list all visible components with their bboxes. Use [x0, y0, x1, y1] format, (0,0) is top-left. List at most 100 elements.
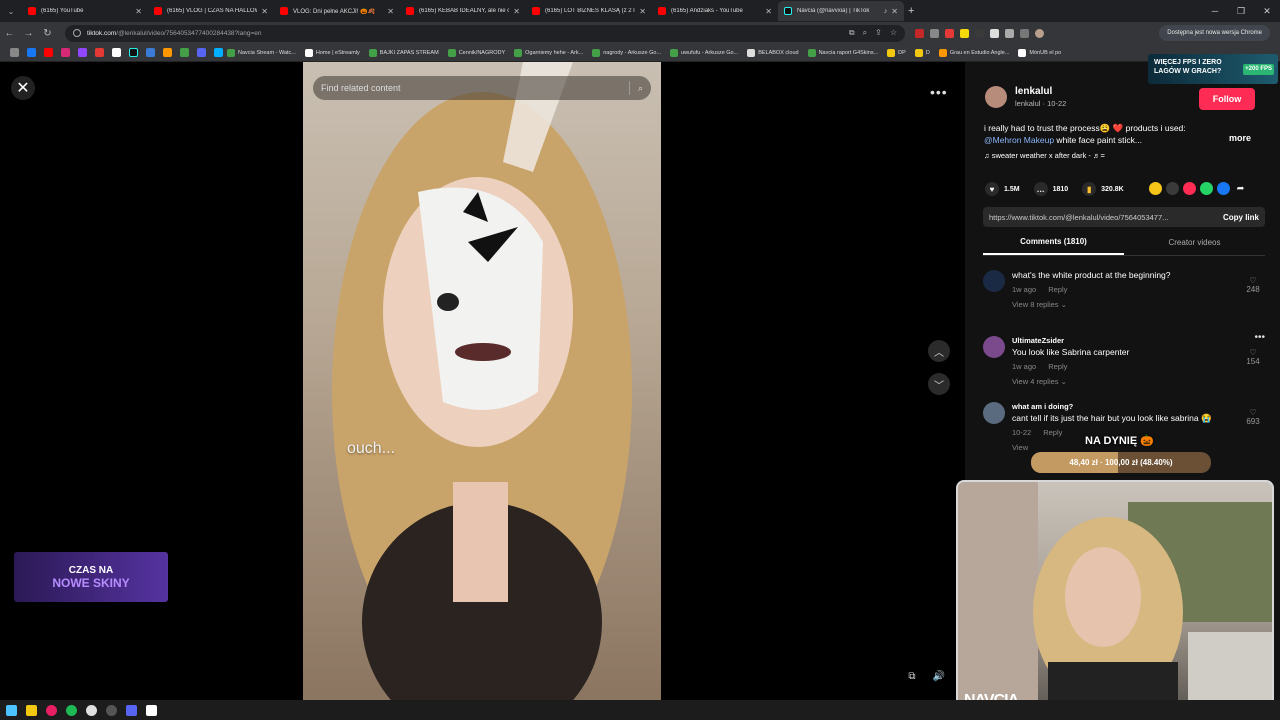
bookmark-item[interactable]: Navcia Stream - Watc... [227, 48, 296, 57]
tab-close-icon[interactable]: ✕ [639, 7, 646, 16]
discord-icon[interactable] [197, 48, 206, 57]
reply-button[interactable]: Reply [1048, 362, 1067, 371]
heart-outline-icon[interactable]: ♡ [1241, 348, 1265, 357]
bookmark-item[interactable]: Navcia raport G4Skins... [807, 48, 878, 57]
bookmark-item[interactable]: Ogarniemy hehe - Ark... [514, 48, 583, 57]
tab-search-icon[interactable]: ⌄ [0, 0, 22, 22]
browser-tab[interactable]: Navcia (@navvxia) | TikTok ♪ ✕ [778, 1, 904, 21]
facebook-share-icon[interactable] [1217, 182, 1230, 195]
comment-author[interactable]: what am i doing? [1012, 402, 1242, 411]
author-avatar[interactable] [985, 86, 1007, 108]
browser-tab[interactable]: (6165) Andziaks - YouTube ✕ [652, 1, 778, 21]
view-replies-button[interactable]: View 8 replies ⌄ [1012, 300, 1242, 309]
more-options-icon[interactable]: ••• [930, 84, 948, 100]
comment-like[interactable]: ♡ 154 [1241, 348, 1265, 366]
obs-icon[interactable] [106, 704, 117, 716]
miniplayer-icon[interactable]: ⧉ [902, 666, 922, 686]
comment-avatar[interactable] [983, 270, 1005, 292]
like-action[interactable]: ♥ 1.5M [985, 182, 1020, 196]
zoom-icon[interactable]: ⌕ [863, 28, 867, 38]
view-replies-button[interactable]: View 4 replies ⌄ [1012, 377, 1242, 386]
app-icon[interactable] [146, 704, 157, 716]
minimize-icon[interactable]: ─ [1202, 0, 1228, 22]
volume-icon[interactable]: 🔊 [929, 666, 949, 686]
youtube-icon[interactable] [44, 48, 53, 57]
comment-like[interactable]: ♡ 693 [1241, 408, 1265, 426]
tab-comments[interactable]: Comments (1810) [983, 230, 1124, 255]
opera-icon[interactable] [46, 704, 57, 716]
search-icon[interactable]: ⌕ [638, 83, 643, 94]
heart-outline-icon[interactable]: ♡ [1241, 276, 1265, 285]
browser-tab[interactable]: (6165) LOT BIZNES KLASĄ (z 2 letn ✕ [526, 1, 652, 21]
audio-icon[interactable]: ♪ [884, 8, 888, 15]
extension-icon[interactable] [960, 28, 969, 38]
bookmark-item[interactable]: Grau en Estudio Angle... [938, 48, 1009, 57]
author-username[interactable]: lenkalul [1015, 86, 1066, 97]
save-action[interactable]: ▮ 320.8K [1082, 182, 1124, 196]
file-explorer-icon[interactable] [26, 704, 37, 716]
chrome-icon[interactable] [86, 704, 97, 716]
comment-icon[interactable]: … [1033, 182, 1048, 196]
bookmark-item[interactable]: BAJKI ZAPAS STREAM [368, 48, 439, 57]
bookmark-item[interactable]: nagrody - Arkusze Go... [592, 48, 661, 57]
close-icon[interactable]: ✕ [11, 76, 35, 100]
share-link[interactable]: https://www.tiktok.com/@lenkalul/video/7… [989, 213, 1168, 222]
previous-video-icon[interactable]: ︿ [928, 340, 950, 362]
find-related-search[interactable]: Find related content ⌕ [313, 76, 651, 100]
bookmark-item[interactable]: MónUB el po [1018, 48, 1061, 57]
tab-close-icon[interactable]: ✕ [513, 7, 520, 16]
more-link[interactable]: more [1229, 133, 1251, 143]
bookmark-item[interactable]: D [914, 48, 930, 57]
instagram-icon[interactable] [61, 48, 70, 57]
bookmark-star-icon[interactable]: ☆ [890, 28, 897, 38]
author-info[interactable]: lenkalul lenkalul · 10-22 [985, 86, 1066, 108]
forward-icon[interactable]: → [19, 28, 38, 39]
share-icon[interactable]: ⇪ [875, 28, 882, 38]
apps-icon[interactable] [10, 48, 19, 57]
send-icon[interactable] [1183, 182, 1196, 195]
comment-like[interactable]: ♡ 248 [1241, 276, 1265, 294]
site-info-icon[interactable] [73, 29, 81, 37]
heart-outline-icon[interactable]: ♡ [1241, 408, 1265, 417]
comment-avatar[interactable] [983, 336, 1005, 358]
comment-more-icon[interactable]: ••• [1254, 332, 1265, 343]
comment-avatar[interactable] [983, 402, 1005, 424]
browser-tab[interactable]: (6165) KEBAB IDEALNY, ale nie ch ✕ [400, 1, 526, 21]
facebook-icon[interactable] [27, 48, 36, 57]
window-close-icon[interactable]: ✕ [1254, 0, 1280, 22]
copy-link-button[interactable]: Copy link [1223, 213, 1259, 222]
comment-action[interactable]: … 1810 [1033, 182, 1068, 196]
back-icon[interactable]: ← [0, 28, 19, 39]
chrome-update-button[interactable]: Dostępna jest nowa wersja Chrome [1159, 25, 1270, 41]
spotify-icon[interactable] [66, 704, 77, 716]
reply-button[interactable]: Reply [1043, 428, 1062, 437]
bookmark-icon[interactable] [214, 48, 223, 57]
tab-close-icon[interactable]: ✕ [387, 7, 394, 16]
extension-icon[interactable] [975, 28, 984, 38]
share-arrow-icon[interactable]: ➦ [1234, 182, 1247, 195]
tab-close-icon[interactable]: ✕ [891, 7, 898, 16]
address-bar[interactable]: tiktok.com/@lenkalul/video/7564053477400… [65, 24, 905, 42]
tab-close-icon[interactable]: ✕ [135, 7, 142, 16]
bookmark-icon[interactable]: ▮ [1082, 182, 1097, 196]
bookmark-item[interactable]: Home | eStreamly [304, 48, 360, 57]
maximize-icon[interactable]: ❐ [1228, 0, 1254, 22]
puzzle-icon[interactable] [1005, 28, 1014, 38]
sidepanel-icon[interactable] [1020, 28, 1029, 38]
discord-icon[interactable] [126, 704, 137, 716]
bookmark-item[interactable]: Cennik/NAGRODY [447, 48, 505, 57]
heart-icon[interactable]: ♥ [985, 182, 999, 196]
next-video-icon[interactable]: ﹀ [928, 373, 950, 395]
embed-icon[interactable] [1166, 182, 1179, 195]
bookmark-icon[interactable] [146, 48, 155, 57]
install-icon[interactable]: ⧉ [849, 28, 855, 38]
reload-icon[interactable]: ↻ [38, 28, 57, 39]
bookmark-item[interactable]: BELABOX cloud [747, 48, 799, 57]
coin-icon[interactable] [1149, 182, 1162, 195]
bookmark-icon[interactable] [163, 48, 172, 57]
tab-close-icon[interactable]: ✕ [765, 7, 772, 16]
extension-icon[interactable] [990, 28, 999, 38]
reply-button[interactable]: Reply [1048, 285, 1067, 294]
music-info[interactable]: ♫ sweater weather x after dark - ♬= [984, 151, 1105, 160]
tiktok-icon[interactable] [129, 48, 138, 57]
